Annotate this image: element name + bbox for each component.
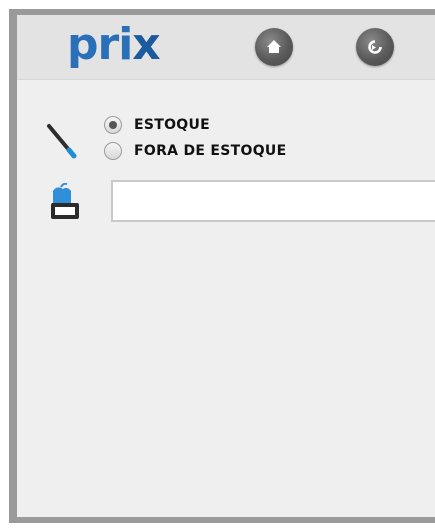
refresh-button[interactable]	[356, 28, 394, 66]
product-device-icon	[51, 183, 79, 219]
product-search-input[interactable]	[111, 180, 435, 222]
radio-label-fora-de-estoque: FORA DE ESTOQUE	[134, 143, 287, 159]
home-button[interactable]	[255, 28, 293, 66]
prix-logo: prix	[67, 19, 161, 70]
radio-label-estoque: ESTOQUE	[134, 117, 211, 133]
brush-icon	[47, 124, 77, 159]
refresh-icon	[368, 40, 382, 54]
app-frame: prix ESTOQUE FORA DE ESTOQUE	[9, 9, 435, 523]
home-icon	[267, 40, 281, 53]
stock-filter-group: ESTOQUE FORA DE ESTOQUE	[104, 112, 286, 164]
top-bar: prix	[17, 15, 435, 80]
stock-option-estoque[interactable]: ESTOQUE	[104, 112, 286, 138]
radio-estoque[interactable]	[104, 116, 122, 134]
radio-fora-de-estoque[interactable]	[104, 142, 122, 160]
stock-option-fora-de-estoque[interactable]: FORA DE ESTOQUE	[104, 138, 286, 164]
